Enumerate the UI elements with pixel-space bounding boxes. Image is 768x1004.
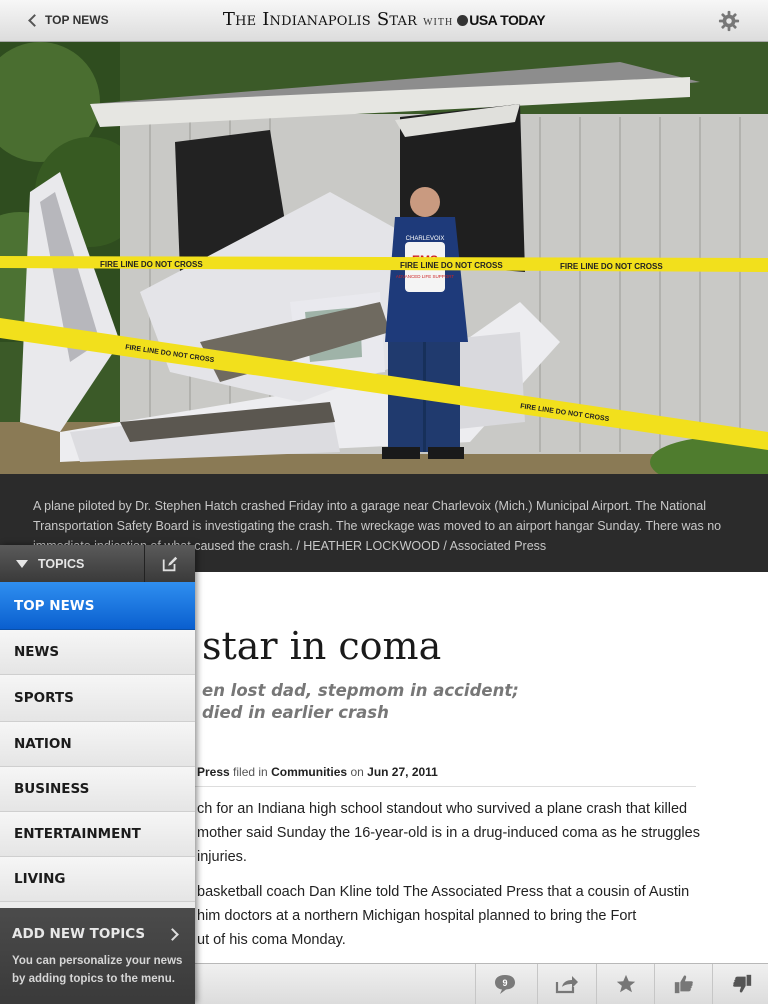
tape-text-3: FIRE LINE DO NOT CROSS	[560, 262, 663, 271]
masthead-with: WITH	[423, 17, 454, 28]
divider	[195, 786, 696, 787]
byline-on: on	[350, 765, 364, 779]
masthead-title: The Indianapolis Star	[222, 9, 418, 30]
add-new-topics-description: You can personalize your news by adding …	[12, 955, 183, 985]
article-subhead: en lost dad, stepmom in accident; died i…	[202, 680, 519, 724]
chevron-right-icon	[166, 928, 179, 941]
byline-date: Jun 27, 2011	[367, 765, 438, 779]
topic-top-news[interactable]: TOP NEWS	[0, 582, 195, 630]
usa-today-dot-icon	[457, 15, 469, 26]
topic-nation[interactable]: NATION	[0, 722, 195, 767]
edit-icon	[162, 556, 178, 571]
masthead: The Indianapolis Star WITH USA TODAY	[0, 9, 768, 30]
article-headline: star in coma	[202, 624, 442, 668]
tape-text-2: FIRE LINE DO NOT CROSS	[400, 261, 503, 270]
topic-living[interactable]: LIVING	[0, 857, 195, 902]
triangle-down-icon	[16, 559, 28, 568]
dislike-button[interactable]	[712, 964, 768, 1004]
tape-text-1: FIRE LINE DO NOT CROSS	[100, 260, 203, 269]
badge-top-text: CHARLEVOIX	[406, 236, 445, 242]
body-line: him doctors at a northern Michigan hospi…	[197, 908, 637, 924]
badge-bottom-text: ADVANCED LIFE SUPPORT	[396, 274, 455, 279]
gear-icon[interactable]	[718, 10, 740, 32]
body-line: ch for an Indiana high school standout w…	[197, 801, 688, 817]
favorite-button[interactable]	[596, 964, 655, 1004]
topics-menu: TOPICS TOP NEWS NEWS SPORTS NATION BUSIN…	[0, 545, 195, 1004]
topic-entertainment[interactable]: ENTERTAINMENT	[0, 812, 195, 857]
byline-source: Press	[197, 765, 230, 779]
subhead-line-2: died in earlier crash	[202, 703, 389, 722]
byline-section-link[interactable]: Communities	[271, 765, 347, 779]
body-line: mother said Sunday the 16-year-old is in…	[197, 825, 700, 841]
byline-filed: filed in	[233, 765, 268, 779]
like-button[interactable]	[654, 964, 713, 1004]
topics-toggle[interactable]: TOPICS	[0, 545, 145, 582]
topics-menu-header: TOPICS	[0, 545, 195, 582]
topic-business[interactable]: BUSINESS	[0, 767, 195, 812]
body-line: basketball coach Dan Kline told The Asso…	[197, 884, 690, 900]
topics-label: TOPICS	[38, 556, 85, 571]
thumbs-up-icon	[674, 975, 693, 994]
subhead-line-1: en lost dad, stepmom in accident;	[202, 681, 519, 700]
top-bar: TOP NEWS The Indianapolis Star WITH USA TO…	[0, 0, 768, 42]
byline: Press filed in Communities on Jun 27, 20…	[197, 765, 438, 779]
plane-crash-image: CHARLEVOIX EMS ADVANCED LIFE SUPPORT FIR…	[0, 42, 768, 474]
edit-topics-button[interactable]	[145, 545, 195, 582]
add-new-topics-label: ADD NEW TOPICS	[12, 926, 146, 942]
masthead-partner: USA TODAY	[469, 12, 546, 28]
article-photo[interactable]: CHARLEVOIX EMS ADVANCED LIFE SUPPORT FIR…	[0, 42, 768, 474]
share-icon	[555, 976, 578, 994]
body-line: injuries.	[197, 849, 247, 865]
comment-bubble-icon: 9	[495, 975, 515, 994]
star-icon	[616, 974, 636, 993]
topic-sports[interactable]: SPORTS	[0, 675, 195, 722]
share-button[interactable]	[537, 964, 596, 1004]
topic-news[interactable]: NEWS	[0, 630, 195, 675]
comment-count: 9	[502, 978, 507, 988]
thumbs-down-icon	[733, 974, 752, 993]
body-line: ut of his coma Monday.	[197, 932, 346, 948]
comments-button[interactable]: 9	[475, 964, 534, 1004]
add-new-topics-button[interactable]: ADD NEW TOPICS You can personalize your …	[0, 908, 195, 1004]
